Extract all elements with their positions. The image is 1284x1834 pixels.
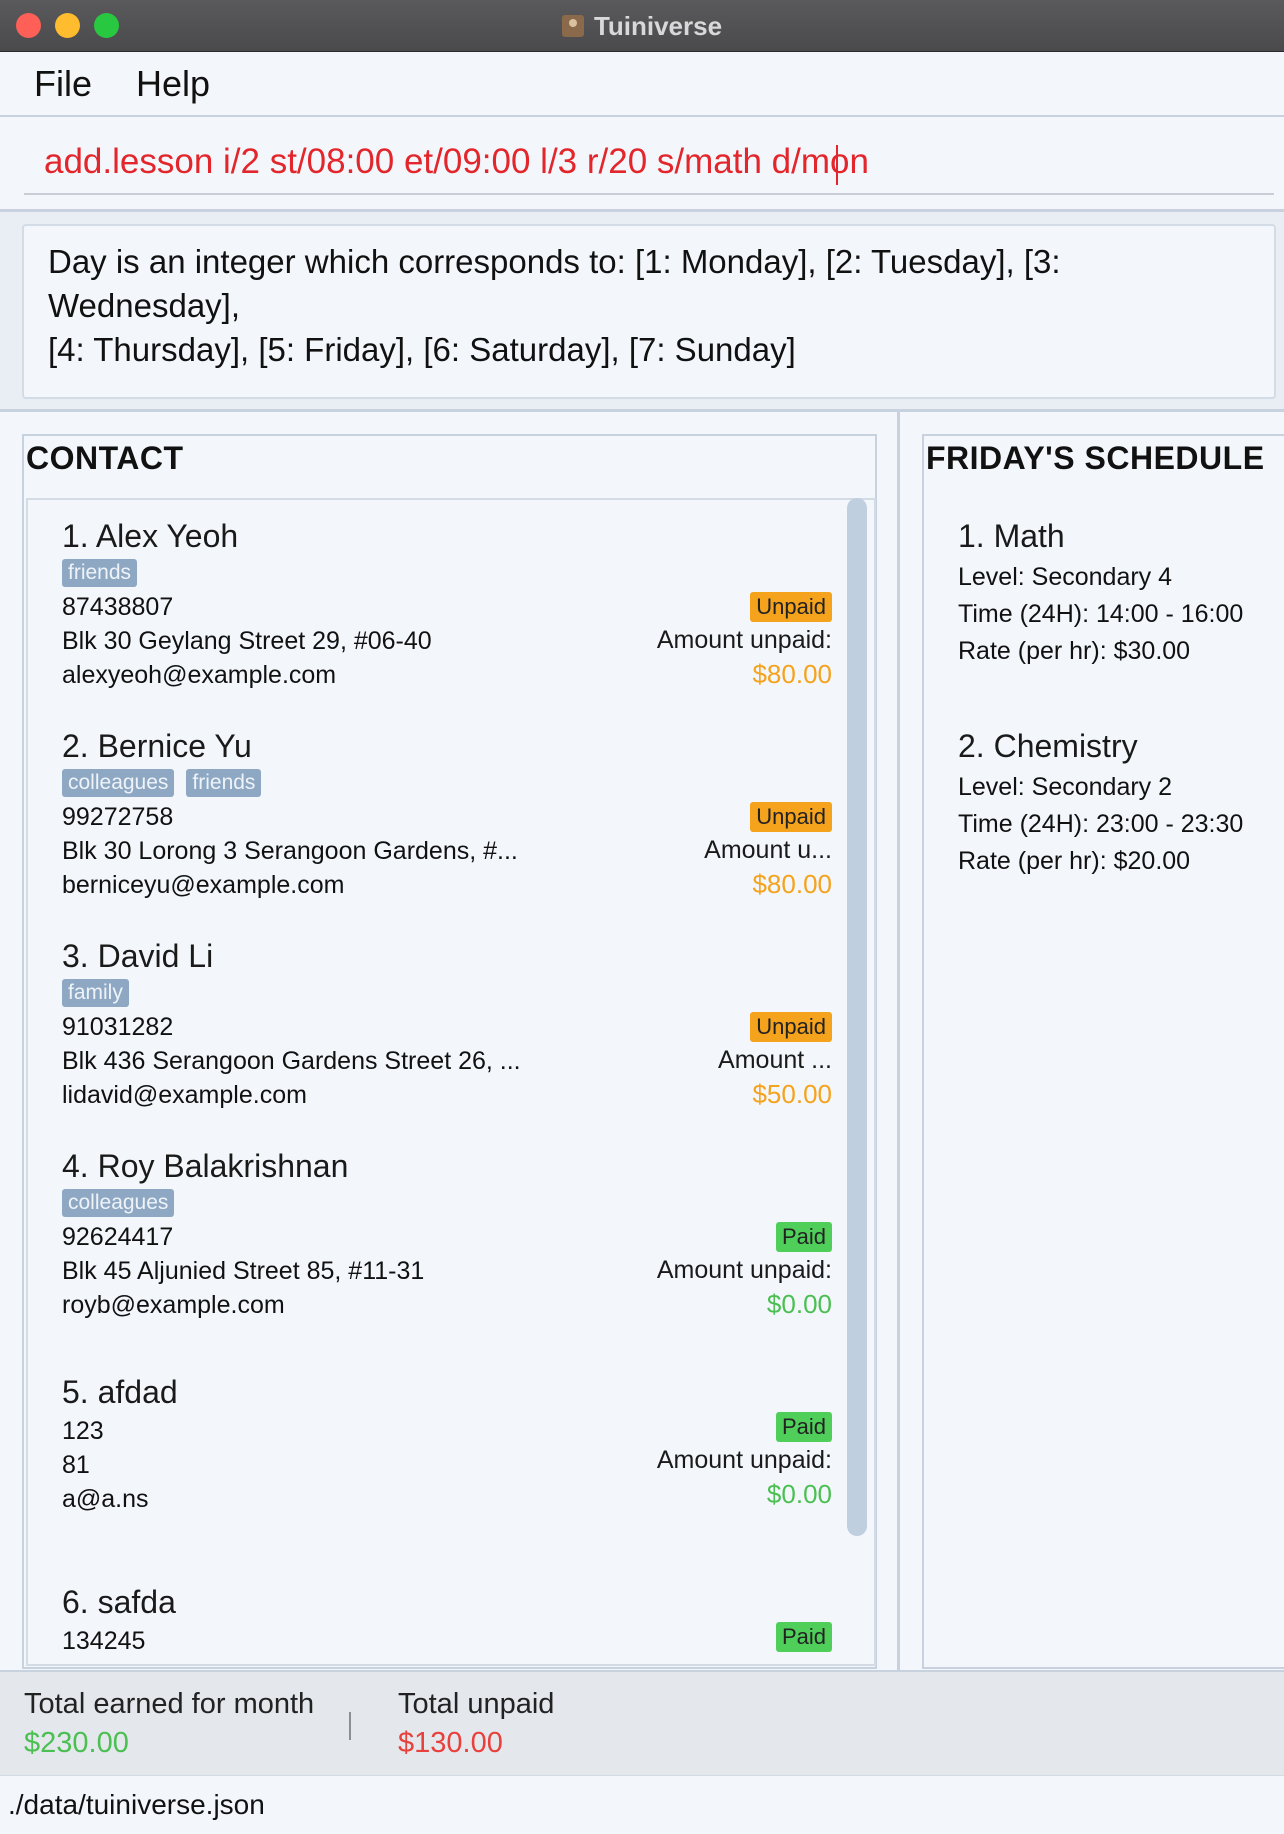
lesson-title: 2. Chemistry	[958, 728, 1138, 764]
result-line-1: Day is an integer which corresponds to: …	[48, 243, 1061, 324]
amount-unpaid-label: Amount unpaid:	[656, 1256, 832, 1284]
contact-card[interactable]: 4. Roy Balakrishnan colleagues 92624417 …	[62, 1148, 832, 1319]
contact-name: 3. David Li	[62, 938, 214, 974]
payment-status-badge: Paid	[775, 1622, 832, 1652]
contact-card[interactable]: 1. Alex Yeoh friends 87438807 Blk 30 Gey…	[62, 518, 832, 689]
contact-card[interactable]: 6. safda 134245 Paid	[62, 1584, 832, 1655]
summary-footer: Total earned for month $230.00 Total unp…	[0, 1670, 1284, 1775]
tag-list: family	[62, 979, 832, 1007]
app-icon	[561, 15, 584, 37]
lesson-rate: Rate (per hr): $30.00	[958, 637, 1191, 665]
lesson-time: Time (24H): 14:00 - 16:00	[958, 600, 1244, 628]
title-bar: Tuiniverse	[0, 0, 1284, 52]
amount-unpaid-label: Amount unpaid:	[656, 1446, 832, 1474]
contact-address: Blk 436 Serangoon Gardens Street 26, ...	[62, 1047, 521, 1075]
menu-file[interactable]: File	[34, 63, 92, 105]
contact-name: 6. safda	[62, 1584, 176, 1620]
amount-unpaid-value: $0.00	[766, 1289, 832, 1319]
total-unpaid-label: Total unpaid	[398, 1688, 555, 1720]
lesson-title: 1. Math	[958, 518, 1065, 554]
amount-unpaid-value: $80.00	[752, 659, 832, 689]
panel-divider[interactable]	[897, 412, 900, 1670]
main-area: CONTACT 1. Alex Yeoh friends 87438807 Bl…	[0, 412, 1284, 1670]
contact-name: 1. Alex Yeoh	[62, 518, 239, 554]
contact-list[interactable]: 1. Alex Yeoh friends 87438807 Blk 30 Gey…	[26, 498, 876, 1666]
tag: family	[62, 979, 129, 1007]
status-bar: ./data/tuiniverse.json	[0, 1775, 1284, 1834]
total-earned-value: $230.00	[24, 1727, 129, 1759]
contact-panel: CONTACT 1. Alex Yeoh friends 87438807 Bl…	[22, 434, 877, 1669]
contact-email: lidavid@example.com	[62, 1081, 307, 1109]
contact-panel-title: CONTACT	[26, 440, 184, 476]
amount-unpaid-label: Amount ...	[718, 1046, 832, 1074]
total-earned-label: Total earned for month	[24, 1688, 315, 1720]
lesson-level: Level: Secondary 4	[958, 563, 1173, 591]
schedule-panel: FRIDAY'S SCHEDULE 1. Math Level: Seconda…	[922, 434, 1284, 1669]
total-unpaid-stat: Total unpaid $130.00	[398, 1688, 554, 1760]
result-display-area: Day is an integer which corresponds to: …	[0, 212, 1284, 412]
payment-status-badge: Unpaid	[750, 802, 832, 832]
contact-phone: 134245	[62, 1627, 146, 1655]
payment-status-badge: Paid	[775, 1412, 832, 1442]
amount-unpaid-value: $50.00	[752, 1079, 832, 1109]
data-file-path: ./data/tuiniverse.json	[8, 1789, 265, 1820]
command-box	[0, 117, 1284, 212]
total-unpaid-value: $130.00	[398, 1727, 503, 1759]
amount-unpaid-value: $0.00	[766, 1479, 832, 1509]
lesson-card[interactable]: 1. Math Level: Secondary 4 Time (24H): 1…	[958, 518, 1284, 666]
tag-list: friends	[62, 559, 832, 587]
command-input[interactable]	[24, 131, 1274, 195]
tag: friends	[186, 769, 262, 797]
contact-name: 2. Bernice Yu	[62, 728, 252, 764]
result-line-2: [4: Thursday], [5: Friday], [6: Saturday…	[48, 331, 796, 368]
text-caret	[836, 145, 838, 185]
tag-list: colleagues friends	[62, 769, 832, 797]
contact-card[interactable]: 5. afdad 123 81 a@a.ns Paid Amount unpai…	[62, 1374, 832, 1513]
contact-list-scrollbar[interactable]	[847, 498, 867, 1536]
tag-list: colleagues	[62, 1189, 832, 1217]
contact-card[interactable]: 2. Bernice Yu colleagues friends 9927275…	[62, 728, 832, 899]
lesson-card[interactable]: 2. Chemistry Level: Secondary 2 Time (24…	[958, 728, 1284, 876]
result-display: Day is an integer which corresponds to: …	[22, 224, 1276, 399]
contact-phone: 91031282	[62, 1013, 174, 1041]
schedule-panel-title: FRIDAY'S SCHEDULE	[926, 440, 1265, 476]
amount-unpaid-label: Amount u...	[704, 836, 832, 864]
window-title: Tuiniverse	[593, 10, 723, 41]
contact-name: 5. afdad	[62, 1374, 178, 1410]
payment-status-badge: Unpaid	[750, 592, 832, 622]
contact-name: 4. Roy Balakrishnan	[62, 1148, 349, 1184]
contact-card[interactable]: 3. David Li family 91031282 Blk 436 Sera…	[62, 938, 832, 1109]
lesson-rate: Rate (per hr): $20.00	[958, 847, 1191, 875]
tag: colleagues	[62, 1189, 175, 1217]
amount-unpaid-value: $80.00	[752, 869, 832, 899]
lesson-level: Level: Secondary 2	[958, 773, 1173, 801]
payment-status-badge: Unpaid	[750, 1012, 832, 1042]
amount-unpaid-label: Amount unpaid:	[656, 626, 832, 654]
payment-status-badge: Paid	[775, 1222, 832, 1252]
menu-help[interactable]: Help	[136, 63, 210, 105]
footer-separator	[349, 1712, 351, 1740]
tag: colleagues	[62, 769, 175, 797]
menu-bar: File Help	[0, 52, 1284, 117]
total-earned-stat: Total earned for month $230.00	[24, 1688, 314, 1760]
tag: friends	[62, 559, 138, 587]
lesson-time: Time (24H): 23:00 - 23:30	[958, 810, 1244, 838]
